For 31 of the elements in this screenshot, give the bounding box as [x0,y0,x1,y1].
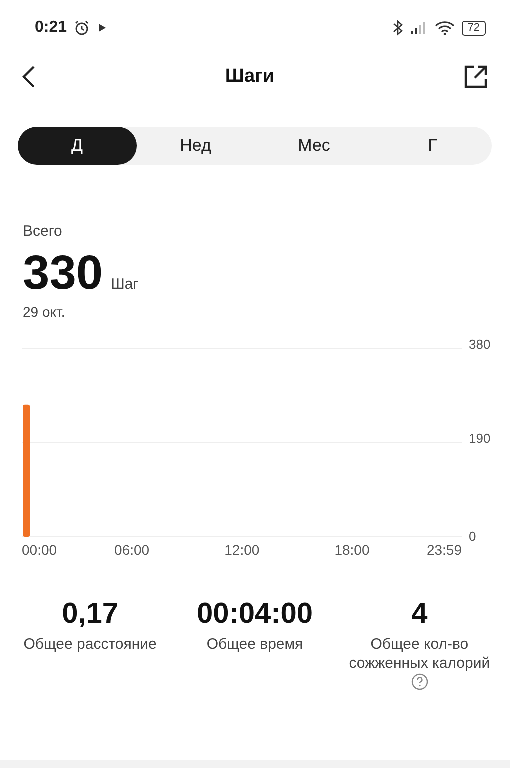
period-tab[interactable]: Нед [136,127,255,165]
step-unit: Шаг [111,276,139,293]
stat-label: Общее время [206,635,304,654]
y-axis-label: 0 [469,529,476,544]
page-title: Шаги [225,66,275,88]
y-axis-label: 380 [469,337,491,352]
period-tab[interactable]: Мес [255,127,374,165]
help-icon[interactable] [410,673,429,691]
battery-level: 72 [462,20,486,36]
date-label: 29 окт. [23,304,66,320]
stat-value: 00:04:00 [196,597,314,631]
step-count: 330 [23,246,104,302]
status-time: 0:21 [35,19,68,37]
x-axis-label: 12:00 [224,542,260,558]
stat-value: 0,17 [62,597,119,631]
y-axis-label: 190 [469,431,491,446]
bluetooth-icon [392,20,403,36]
signal-icon [410,21,428,35]
x-axis-label: 23:59 [426,542,462,558]
x-axis-label: 18:00 [334,542,370,558]
x-axis-label: 00:00 [22,542,58,558]
play-icon [97,23,108,33]
x-axis-label: 06:00 [114,542,150,558]
period-tab[interactable]: Д [18,127,136,165]
total-label: Всего [23,223,62,240]
alarm-clock-icon [74,20,90,36]
stat-value: 4 [412,597,428,631]
stat-label: Общее расстояние [22,635,158,654]
period-tab[interactable]: Г [374,127,492,165]
wifi-icon [434,20,455,36]
stat-label: Общее кол-во сожженных калорий [348,635,492,673]
